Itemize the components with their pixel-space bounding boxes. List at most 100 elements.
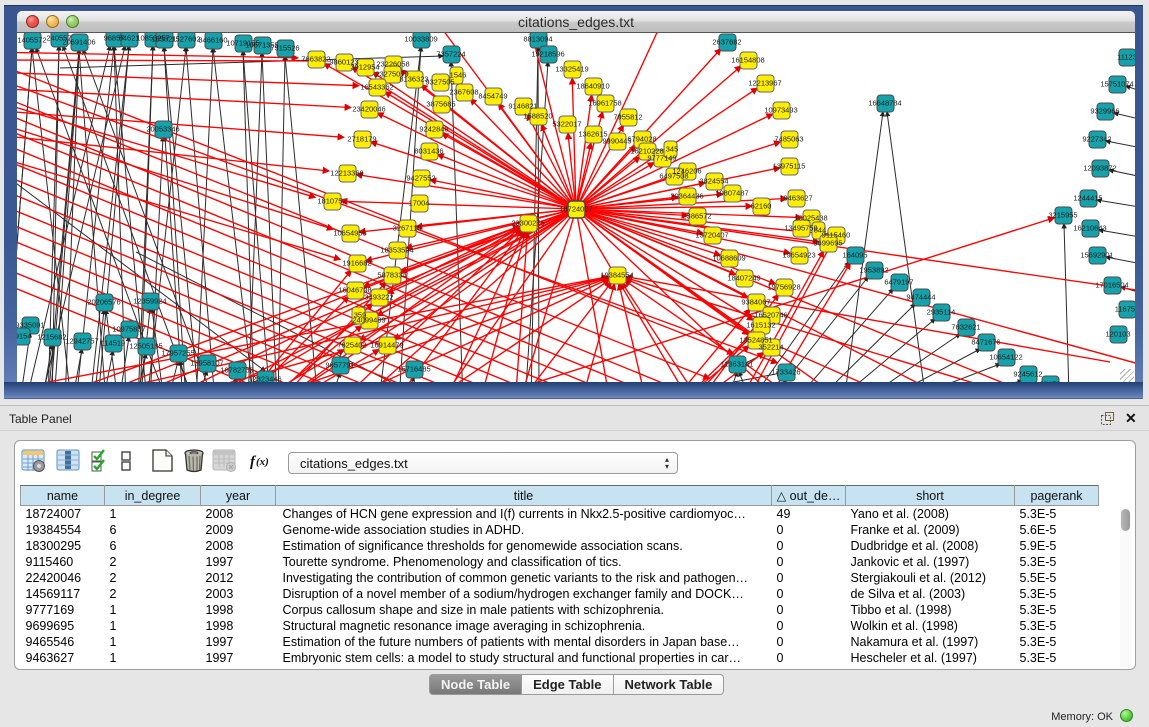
svg-text:10654122: 10654122 [989, 353, 1022, 362]
svg-text:16914479: 16914479 [370, 341, 403, 350]
svg-text:9427552: 9427552 [406, 174, 435, 183]
svg-text:12942757: 12942757 [65, 337, 98, 346]
svg-text:9242848: 9242848 [419, 125, 448, 134]
svg-text:13975115: 13975115 [773, 162, 806, 171]
svg-text:5878334: 5878334 [377, 271, 406, 280]
svg-text:62160: 62160 [751, 202, 772, 211]
svg-text:9384067: 9384067 [741, 298, 770, 307]
svg-text:(x): (x) [256, 456, 269, 468]
svg-text:16648784: 16648784 [868, 99, 901, 108]
svg-text:18353594: 18353594 [380, 246, 413, 255]
svg-text:2367608: 2367608 [449, 88, 478, 97]
svg-text:16782759: 16782759 [220, 366, 253, 375]
svg-text:17016504: 17016504 [1095, 281, 1128, 290]
svg-text:16961758: 16961758 [588, 99, 621, 108]
svg-text:16520746: 16520746 [754, 311, 787, 320]
svg-text:3493222: 3493222 [364, 293, 393, 302]
svg-text:7955812: 7955812 [613, 113, 642, 122]
svg-text:23420046: 23420046 [352, 105, 385, 114]
svg-text:10688609: 10688609 [712, 254, 745, 263]
svg-text:359: 359 [354, 311, 367, 320]
svg-text:352214: 352214 [758, 343, 783, 352]
svg-text:1215682: 1215682 [37, 333, 66, 342]
svg-text:16154808: 16154808 [731, 56, 764, 65]
svg-text:1405572: 1405572 [17, 36, 46, 45]
svg-text:7357224: 7357224 [436, 50, 465, 59]
svg-text:7632621: 7632621 [951, 323, 980, 332]
svg-text:9474444: 9474444 [906, 293, 935, 302]
svg-text:6479197: 6479197 [884, 278, 913, 287]
svg-text:17957255: 17957255 [161, 349, 194, 358]
svg-text:19384554: 19384554 [600, 271, 633, 280]
svg-text:18407249: 18407249 [727, 274, 760, 283]
svg-text:12505135: 12505135 [129, 342, 162, 351]
svg-text:16210643: 16210643 [1073, 224, 1106, 233]
svg-text:9329966: 9329966 [1090, 107, 1119, 116]
svg-text:1244415: 1244415 [1073, 194, 1102, 203]
svg-text:114519: 114519 [101, 339, 125, 348]
svg-text:3824554: 3824554 [699, 177, 728, 186]
svg-text:7663822: 7663822 [301, 55, 330, 64]
svg-text:2718179: 2718179 [347, 135, 376, 144]
svg-text:10973493: 10973493 [764, 106, 797, 115]
svg-text:5322017: 5322017 [552, 120, 581, 129]
svg-text:7485063: 7485063 [774, 135, 803, 144]
svg-text:20206576: 20206576 [87, 298, 120, 307]
svg-text:13958107: 13958107 [190, 359, 223, 368]
svg-text:3215955: 3215955 [1048, 211, 1077, 220]
svg-text:9777149: 9777149 [647, 154, 676, 163]
svg-text:2935114: 2935114 [927, 308, 956, 317]
svg-text:10025438: 10025438 [794, 214, 827, 223]
svg-text:39154: 39154 [17, 332, 31, 341]
svg-text:8136323: 8136323 [399, 75, 428, 84]
svg-text:1546: 1546 [450, 71, 467, 80]
svg-text:9245612: 9245612 [1013, 370, 1042, 379]
svg-text:12213967: 12213967 [748, 79, 781, 88]
svg-text:15692901: 15692901 [1080, 251, 1113, 260]
svg-text:9146821: 9146821 [508, 102, 537, 111]
svg-text:20364436: 20364436 [670, 192, 703, 201]
svg-text:1953892: 1953892 [859, 266, 888, 275]
svg-text:10654955: 10654955 [333, 229, 366, 238]
svg-text:17004: 17004 [409, 199, 430, 208]
svg-text:345: 345 [666, 145, 679, 154]
svg-text:10975867: 10975867 [112, 325, 145, 334]
svg-text:10033809: 10033809 [404, 35, 437, 44]
svg-text:1588520: 1588520 [523, 112, 552, 121]
svg-text:164095: 164095 [842, 251, 867, 260]
svg-text:7515526: 7515526 [270, 44, 299, 53]
svg-text:1527602: 1527602 [171, 35, 200, 44]
svg-text:7625402: 7625402 [337, 341, 366, 350]
svg-text:18640910: 18640910 [576, 82, 609, 91]
svg-text:9335001: 9335001 [17, 321, 45, 330]
svg-text:13495759: 13495759 [784, 224, 817, 233]
svg-text:9227342: 9227342 [1082, 135, 1111, 144]
svg-text:1615132: 1615132 [746, 321, 775, 330]
svg-text:8813094: 8813094 [523, 35, 552, 44]
svg-text:19463627: 19463627 [779, 194, 812, 203]
svg-text:11363141: 11363141 [721, 360, 754, 369]
svg-text:8466160: 8466160 [198, 36, 227, 45]
svg-text:2637682: 2637682 [712, 38, 741, 47]
svg-text:15716485: 15716485 [397, 365, 430, 374]
svg-text:15720407: 15720407 [695, 231, 728, 240]
svg-text:12213369: 12213369 [330, 169, 363, 178]
svg-text:12359924: 12359924 [133, 297, 166, 306]
svg-text:6497508: 6497508 [659, 172, 688, 181]
svg-text:19654923: 19654923 [782, 251, 815, 260]
svg-text:2386572: 2386572 [682, 212, 711, 221]
svg-text:12093872: 12093872 [1083, 164, 1116, 173]
svg-text:1810752: 1810752 [317, 197, 346, 206]
svg-text:8031436: 8031436 [414, 147, 443, 156]
svg-text:15751074: 15751074 [1100, 80, 1133, 89]
svg-text:23226058: 23226058 [376, 60, 409, 69]
svg-text:116753: 116753 [1115, 305, 1135, 314]
svg-text:11123: 11123 [1117, 53, 1135, 62]
svg-text:9699695: 9699695 [813, 239, 842, 248]
svg-text:20691406: 20691406 [62, 38, 95, 47]
svg-text:9657791: 9657791 [325, 361, 354, 370]
svg-text:1733426: 1733426 [771, 368, 800, 377]
svg-text:20053346: 20053346 [146, 125, 179, 134]
svg-text:120103: 120103 [1105, 330, 1130, 339]
svg-text:10807487: 10807487 [715, 189, 748, 198]
